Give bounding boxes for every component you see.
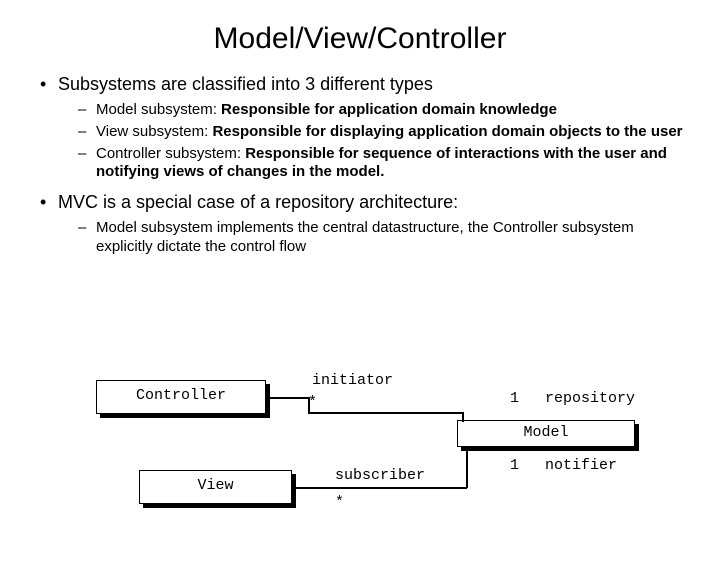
one-notifier: 1 [510,457,519,474]
bullet-text: MVC is a special case of a repository ar… [58,192,458,212]
slide-body: Subsystems are classified into 3 differe… [0,74,720,257]
subbullet-view: View subsystem: Responsible for displayi… [78,123,690,142]
subbullet-prefix: Controller subsystem: [96,145,245,162]
subbullet-bold: Responsible for application domain knowl… [221,101,557,118]
initiator-label: initiator [312,372,393,389]
subbullet-text: Model subsystem implements the central d… [96,219,634,255]
subbullet-controller: Controller subsystem: Responsible for se… [78,145,690,183]
notifier-label: notifier [545,457,617,474]
bullet-subsystems: Subsystems are classified into 3 differe… [40,74,690,182]
bullet-text: Subsystems are classified into 3 differe… [58,74,433,94]
line-sub-model-v [466,447,468,488]
view-label: View [197,477,233,494]
star-subscriber: * [335,494,344,511]
subbullet-prefix: View subsystem: [96,123,212,140]
slide-title: Model/View/Controller [0,22,720,56]
view-box: View [139,470,292,504]
subbullet-model: Model subsystem: Responsible for applica… [78,101,690,120]
repository-label: repository [545,390,635,407]
subscriber-label: subscriber [335,467,425,484]
subbullet-bold: Responsible for displaying application d… [212,123,682,140]
line-init-model-v [462,412,464,422]
line-ctrl-right [266,397,308,399]
controller-label: Controller [136,387,226,404]
model-box: Model [457,420,635,447]
mvc-diagram: Controller View Model initiator * 1 repo… [0,362,720,562]
line-init-model-h [308,412,463,414]
bullet-mvc: MVC is a special case of a repository ar… [40,192,690,257]
subbullet-repo: Model subsystem implements the central d… [78,219,690,257]
one-repository: 1 [510,390,519,407]
line-view-right [292,487,332,489]
line-sub-model-h [332,487,467,489]
subbullet-prefix: Model subsystem: [96,101,221,118]
line-ctrl-down [308,397,310,413]
controller-box: Controller [96,380,266,414]
model-label: Model [523,424,568,441]
